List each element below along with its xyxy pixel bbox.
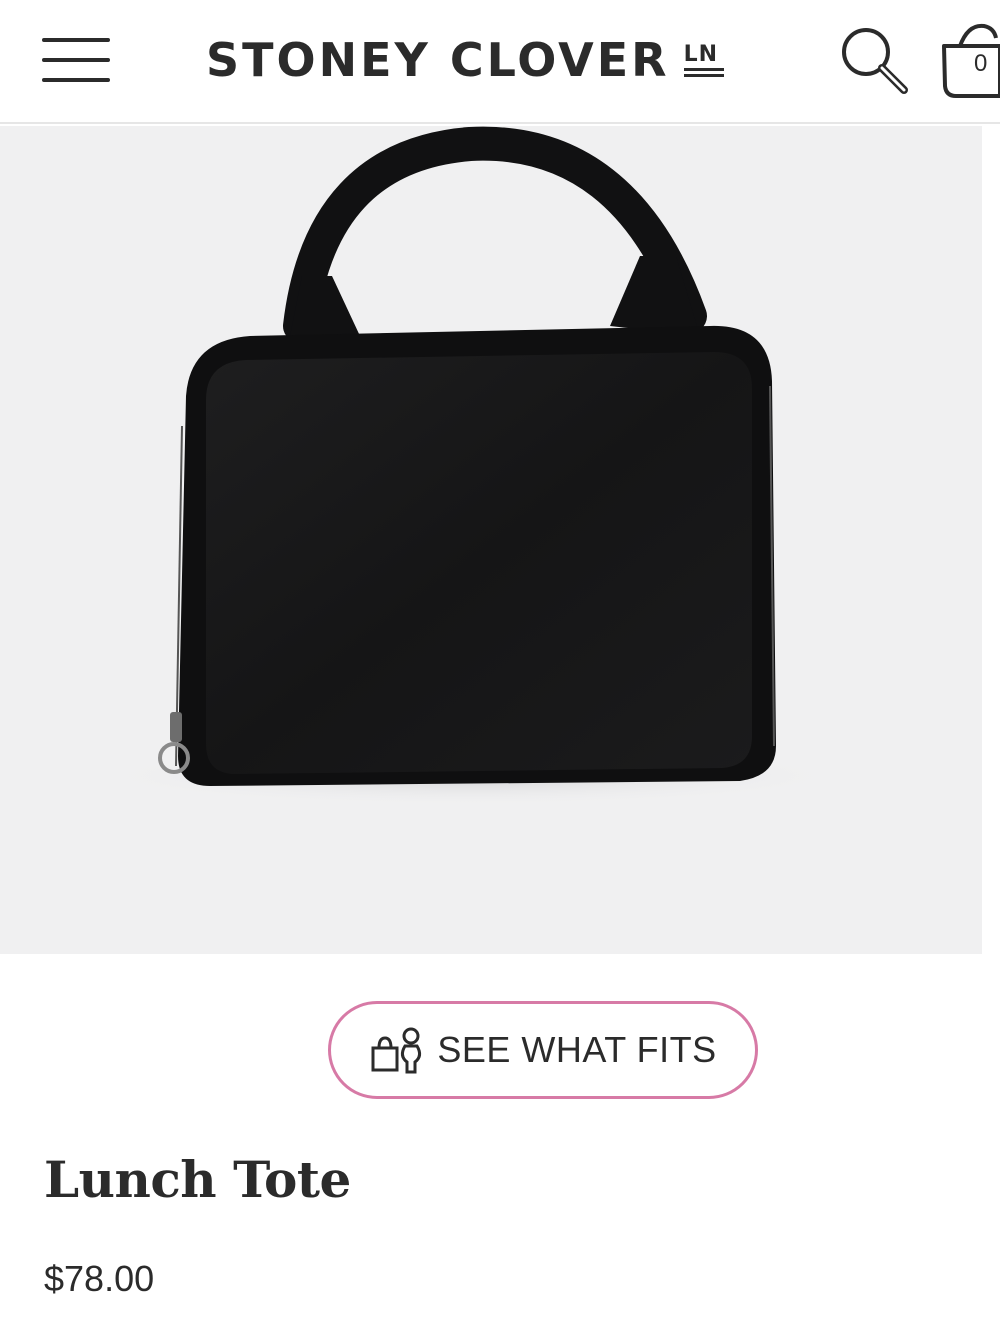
brand-logo[interactable]: STONEY CLOVER LN	[206, 30, 726, 90]
see-what-fits-button[interactable]: SEE WHAT FITS	[328, 1001, 758, 1099]
see-what-fits-label: SEE WHAT FITS	[437, 1029, 717, 1070]
site-header: STONEY CLOVER LN 0	[0, 0, 1000, 124]
bag-and-person-icon	[371, 1027, 422, 1074]
shopping-basket-icon	[942, 23, 1000, 98]
menu-button[interactable]	[42, 38, 110, 82]
brand-logo-mark: LN	[682, 40, 726, 80]
search-icon	[842, 28, 908, 94]
product-image[interactable]	[0, 126, 982, 954]
lunch-tote-bag-image	[90, 126, 850, 806]
product-price: $78.00	[44, 1258, 155, 1299]
hamburger-menu-icon	[42, 38, 110, 42]
cart-button[interactable]: 0	[938, 20, 1000, 100]
brand-logo-mark-text: LN	[683, 42, 719, 67]
brand-logo-text: STONEY CLOVER	[206, 33, 670, 87]
cart-count-badge: 0	[974, 50, 988, 77]
search-button[interactable]	[838, 24, 910, 96]
product-title: Lunch Tote	[44, 1150, 351, 1209]
